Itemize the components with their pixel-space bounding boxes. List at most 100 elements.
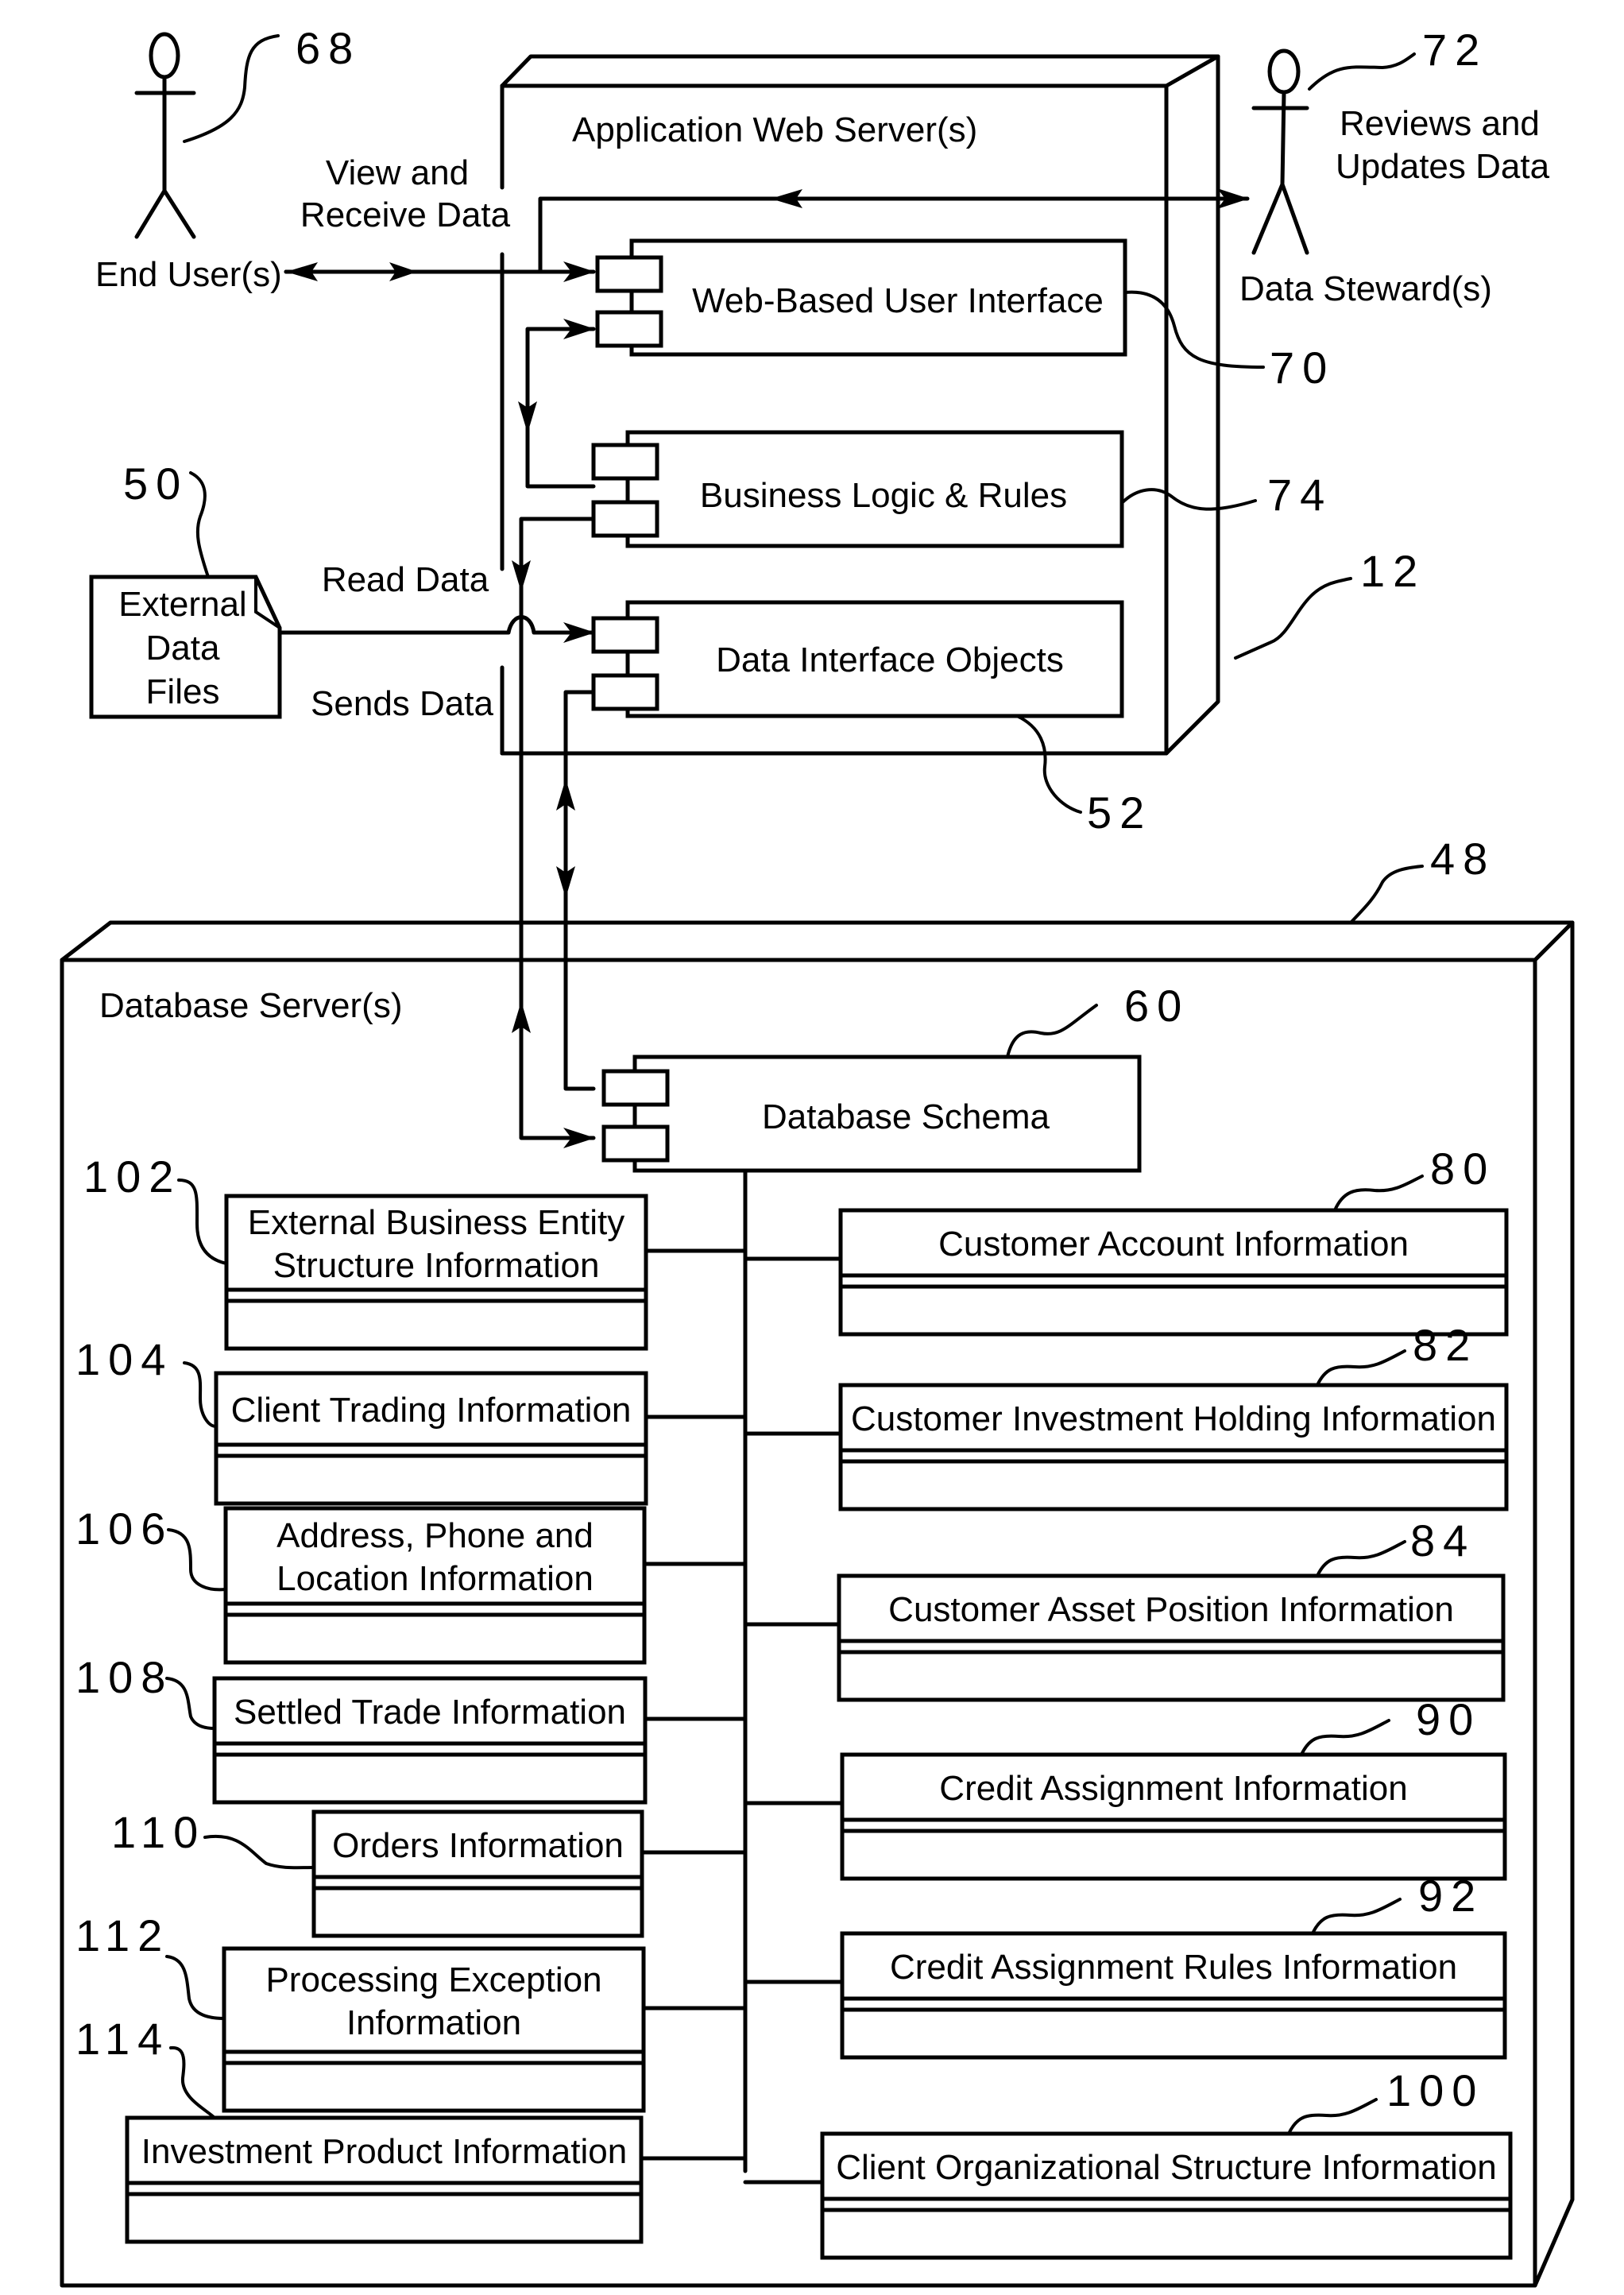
component-web-ui[interactable]: Web-Based User Interface 70 xyxy=(595,238,1335,393)
end-user-actor: 68 End User(s) xyxy=(95,23,361,294)
flow-end-user: View and Receive Data xyxy=(284,153,596,282)
entity-right-4[interactable]: Credit Assignment Rules Information 92 xyxy=(743,1871,1507,2060)
ref-90: 90 xyxy=(1416,1694,1481,1744)
port-icon xyxy=(595,255,663,293)
leader-line xyxy=(203,1834,315,1870)
actor-head-icon xyxy=(149,32,180,79)
ref-12: 12 xyxy=(1360,546,1425,596)
port-icon xyxy=(591,616,659,654)
read-data-label: Read Data xyxy=(322,560,489,599)
entity-right-3[interactable]: Credit Assignment Information90 xyxy=(743,1694,1507,1881)
entity-label: Processing Exception xyxy=(265,1960,601,1999)
flow-label-line2: Receive Data xyxy=(300,195,511,234)
file-line3: Files xyxy=(146,672,220,711)
ref-110: 110 xyxy=(111,1807,206,1857)
architecture-diagram: 68 End User(s) 72 Reviews and Updates Da… xyxy=(60,23,1575,2288)
entity-label: Information xyxy=(346,2003,521,2042)
entity-label: Customer Asset Position Information xyxy=(888,1590,1454,1629)
leader-line xyxy=(1311,1898,1402,1935)
leader-line xyxy=(165,1677,216,1730)
leader-line xyxy=(1316,1349,1406,1387)
steward-note-line2: Updates Data xyxy=(1336,147,1550,186)
ref-72: 72 xyxy=(1422,25,1487,75)
component-label: Business Logic & Rules xyxy=(700,476,1067,515)
component-label: Web-Based User Interface xyxy=(692,281,1104,320)
port-icon xyxy=(601,1069,670,1107)
ref-50: 50 xyxy=(123,459,188,509)
leader-line xyxy=(165,1955,226,2020)
entity-right-5[interactable]: Client Organizational Structure Informat… xyxy=(743,2065,1513,2260)
flow-web-to-logic xyxy=(518,319,596,489)
flow-external-files: Sends Data xyxy=(277,615,596,723)
entity-label: Credit Assignment Information xyxy=(939,1769,1407,1808)
ref-112: 112 xyxy=(75,1910,170,1960)
entity-left-0[interactable]: External Business Entity Structure Inform… xyxy=(83,1151,748,1351)
flow-label-line1: View and xyxy=(326,153,469,192)
ref-80: 80 xyxy=(1430,1144,1495,1194)
entity-right-1[interactable]: Customer Investment Holding Information 8… xyxy=(743,1320,1509,1511)
ref-92: 92 xyxy=(1418,1871,1483,1921)
file-line2: Data xyxy=(146,629,220,668)
entity-label: Orders Information xyxy=(332,1826,624,1865)
entity-right-2[interactable]: Customer Asset Position Information 84 xyxy=(743,1515,1506,1702)
ref-108: 108 xyxy=(75,1652,173,1702)
data-steward-label: Data Steward(s) xyxy=(1239,269,1492,308)
leader-line xyxy=(177,1178,228,1265)
entity-left-5[interactable]: Processing Exception Information 112 xyxy=(75,1910,748,2113)
entity-label: Customer Account Information xyxy=(938,1225,1409,1264)
port-icon xyxy=(595,310,663,348)
leader-line xyxy=(1300,1719,1390,1756)
entity-label: Address, Phone and xyxy=(276,1516,594,1555)
ref-48: 48 xyxy=(1430,834,1495,884)
leader-line xyxy=(1316,1540,1406,1577)
port-icon xyxy=(591,500,659,538)
entity-left-4[interactable]: Orders Information 110 xyxy=(111,1807,748,1938)
entity-label: Client Organizational Structure Informat… xyxy=(836,2148,1497,2187)
ref-84: 84 xyxy=(1410,1515,1475,1565)
port-icon xyxy=(591,443,659,481)
ref-52: 52 xyxy=(1087,788,1152,838)
ref-114: 114 xyxy=(75,2014,170,2064)
ref-100: 100 xyxy=(1386,2065,1484,2115)
port-icon xyxy=(591,673,659,711)
component-business-logic[interactable]: Business Logic & Rules 74 xyxy=(591,430,1332,548)
end-user-label: End User(s) xyxy=(95,255,282,294)
entity-label: Customer Investment Holding Information xyxy=(851,1399,1496,1438)
leader-line xyxy=(183,1361,218,1428)
entity-label: Credit Assignment Rules Information xyxy=(890,1948,1457,1987)
leader-line xyxy=(1333,1175,1424,1212)
ref-60: 60 xyxy=(1124,981,1189,1031)
entity-label: Investment Product Information xyxy=(141,2132,627,2171)
ref-82: 82 xyxy=(1413,1320,1478,1370)
flow-logic-to-data: Read Data xyxy=(322,517,596,1148)
app-server-title: Application Web Server(s) xyxy=(572,110,977,149)
entity-left-2[interactable]: Address, Phone and Location Information 10… xyxy=(75,1504,748,1665)
file-line1: External xyxy=(118,585,246,624)
entity-left-1[interactable]: Client Trading Information 104 xyxy=(75,1334,748,1506)
sends-data-label: Sends Data xyxy=(311,684,493,723)
ref-104: 104 xyxy=(75,1334,173,1384)
ref-74: 74 xyxy=(1267,470,1332,520)
ref-68: 68 xyxy=(296,23,361,73)
leader-line xyxy=(167,1528,227,1592)
entity-label: External Business Entity xyxy=(248,1203,624,1242)
data-steward-actor: 72 Reviews and Updates Data Data Steward… xyxy=(1239,25,1550,308)
leader-line xyxy=(1287,2098,1378,2135)
database-schema[interactable]: Database Schema 60 xyxy=(601,981,1189,1173)
external-data-files[interactable]: External Data Files 50 xyxy=(89,459,282,719)
schema-label: Database Schema xyxy=(762,1097,1050,1136)
db-server-title: Database Server(s) xyxy=(99,986,402,1025)
steward-note-line1: Reviews and xyxy=(1340,104,1540,143)
entity-left-3[interactable]: Settled Trade Information 108 xyxy=(75,1652,748,1805)
ref-106: 106 xyxy=(75,1504,173,1554)
component-data-interface[interactable]: Data Interface Objects 52 xyxy=(591,600,1152,838)
entity-label: Settled Trade Information xyxy=(234,1693,626,1732)
port-icon xyxy=(601,1124,670,1163)
ref-70: 70 xyxy=(1270,343,1335,393)
ref-102: 102 xyxy=(83,1151,181,1202)
leader-line xyxy=(169,2045,216,2119)
entity-label: Location Information xyxy=(276,1559,594,1598)
component-label: Data Interface Objects xyxy=(716,641,1064,679)
entity-label: Client Trading Information xyxy=(231,1391,632,1430)
actor-head-icon xyxy=(1267,48,1301,95)
